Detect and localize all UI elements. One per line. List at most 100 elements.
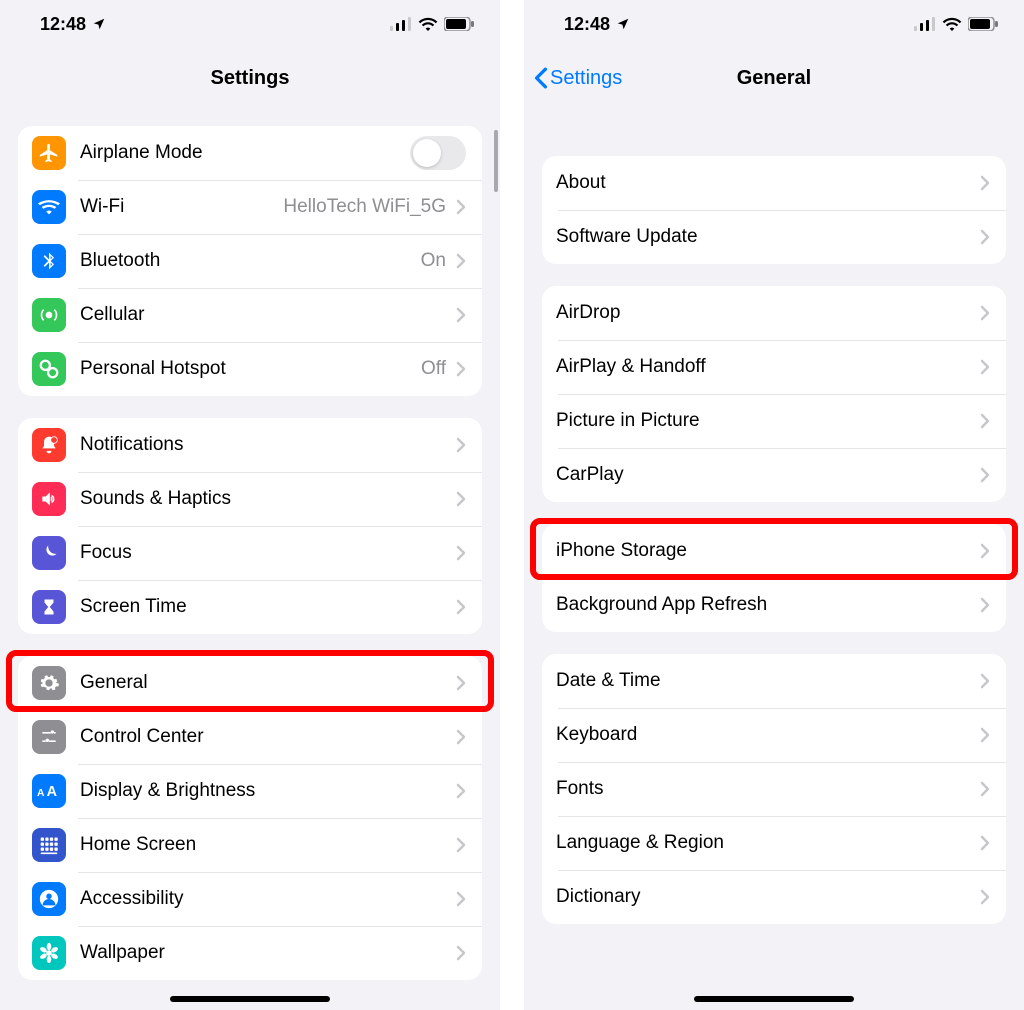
chevron-right-icon	[980, 543, 990, 559]
row-cellular[interactable]: Cellular	[18, 288, 482, 342]
row-language[interactable]: Language & Region	[542, 816, 1006, 870]
svg-text:A: A	[37, 788, 45, 799]
svg-text:A: A	[47, 784, 58, 800]
chevron-right-icon	[456, 253, 466, 269]
row-about[interactable]: About	[542, 156, 1006, 210]
chevron-right-icon	[456, 545, 466, 561]
row-label: Language & Region	[556, 832, 980, 854]
chevron-right-icon	[456, 599, 466, 615]
row-label: Focus	[80, 542, 456, 564]
cellular-signal-icon	[914, 17, 936, 31]
row-carplay[interactable]: CarPlay	[542, 448, 1006, 502]
status-bar: 12:48	[0, 0, 500, 48]
row-label: Accessibility	[80, 888, 456, 910]
row-refresh[interactable]: Background App Refresh	[542, 578, 1006, 632]
row-label: Software Update	[556, 226, 980, 248]
aa-icon: AA	[32, 774, 66, 808]
airplane-toggle[interactable]	[410, 136, 466, 170]
row-label: About	[556, 172, 980, 194]
row-storage[interactable]: iPhone Storage	[542, 524, 1006, 578]
row-label: Date & Time	[556, 670, 980, 692]
chevron-right-icon	[456, 675, 466, 691]
row-fonts[interactable]: Fonts	[542, 762, 1006, 816]
row-label: Notifications	[80, 434, 456, 456]
battery-icon	[968, 17, 998, 31]
wifi-icon	[32, 190, 66, 224]
chevron-right-icon	[980, 597, 990, 613]
row-label: AirDrop	[556, 302, 980, 324]
row-bluetooth[interactable]: BluetoothOn	[18, 234, 482, 288]
row-dict[interactable]: Dictionary	[542, 870, 1006, 924]
status-time: 12:48	[40, 14, 86, 35]
row-general[interactable]: General	[18, 656, 482, 710]
row-notifications[interactable]: Notifications	[18, 418, 482, 472]
row-datetime[interactable]: Date & Time	[542, 654, 1006, 708]
row-label: Airplane Mode	[80, 142, 410, 164]
row-airdrop[interactable]: AirDrop	[542, 286, 1006, 340]
row-pip[interactable]: Picture in Picture	[542, 394, 1006, 448]
row-focus[interactable]: Focus	[18, 526, 482, 580]
chevron-right-icon	[456, 891, 466, 907]
row-label: Picture in Picture	[556, 410, 980, 432]
row-wallpaper[interactable]: Wallpaper	[18, 926, 482, 980]
settings-group: Airplane Mode Wi-FiHelloTech WiFi_5GBluet…	[18, 126, 482, 396]
scroll-indicator[interactable]	[494, 130, 498, 192]
row-swupdate[interactable]: Software Update	[542, 210, 1006, 264]
chevron-right-icon	[456, 491, 466, 507]
row-keyboard[interactable]: Keyboard	[542, 708, 1006, 762]
back-button[interactable]: Settings	[534, 48, 622, 108]
row-control[interactable]: Control Center	[18, 710, 482, 764]
chevron-right-icon	[980, 413, 990, 429]
nav-bar: Settings General	[524, 48, 1024, 108]
bluetooth-icon	[32, 244, 66, 278]
row-label: iPhone Storage	[556, 540, 980, 562]
settings-screen: 12:48 Settings Airplane Mode Wi-FiHelloTe…	[0, 0, 500, 1010]
person-circle-icon	[32, 882, 66, 916]
chevron-right-icon	[456, 729, 466, 745]
chevron-right-icon	[456, 307, 466, 323]
row-hotspot[interactable]: Personal HotspotOff	[18, 342, 482, 396]
settings-group: Date & Time Keyboard Fonts Language & Regio…	[542, 654, 1006, 924]
chevron-right-icon	[980, 305, 990, 321]
row-label: Keyboard	[556, 724, 980, 746]
battery-icon	[444, 17, 474, 31]
row-label: AirPlay & Handoff	[556, 356, 980, 378]
settings-group: General Control Center AA Display & Brightn…	[18, 656, 482, 980]
row-label: Personal Hotspot	[80, 358, 421, 380]
status-bar: 12:48	[524, 0, 1024, 48]
row-label: Display & Brightness	[80, 780, 456, 802]
row-label: General	[80, 672, 456, 694]
row-value: On	[421, 250, 446, 272]
grid-icon	[32, 828, 66, 862]
row-label: Wi-Fi	[80, 196, 283, 218]
row-label: Background App Refresh	[556, 594, 980, 616]
row-label: Screen Time	[80, 596, 456, 618]
chevron-right-icon	[980, 359, 990, 375]
row-label: Cellular	[80, 304, 456, 326]
chevron-right-icon	[456, 199, 466, 215]
row-screentime[interactable]: Screen Time	[18, 580, 482, 634]
nav-bar: Settings	[0, 48, 500, 108]
row-wifi[interactable]: Wi-FiHelloTech WiFi_5G	[18, 180, 482, 234]
row-homescreen[interactable]: Home Screen	[18, 818, 482, 872]
speaker-icon	[32, 482, 66, 516]
moon-icon	[32, 536, 66, 570]
home-indicator[interactable]	[170, 996, 330, 1002]
row-display[interactable]: AA Display & Brightness	[18, 764, 482, 818]
gear-icon	[32, 666, 66, 700]
cellular-signal-icon	[390, 17, 412, 31]
cellular-icon	[32, 298, 66, 332]
row-airplane[interactable]: Airplane Mode	[18, 126, 482, 180]
page-title: General	[737, 67, 811, 90]
chevron-left-icon	[534, 67, 548, 89]
row-label: Sounds & Haptics	[80, 488, 456, 510]
home-indicator[interactable]	[694, 996, 854, 1002]
row-value: Off	[421, 358, 446, 380]
chevron-right-icon	[980, 727, 990, 743]
settings-group: iPhone Storage Background App Refresh	[542, 524, 1006, 632]
row-airplay[interactable]: AirPlay & Handoff	[542, 340, 1006, 394]
row-sounds[interactable]: Sounds & Haptics	[18, 472, 482, 526]
row-accessibility[interactable]: Accessibility	[18, 872, 482, 926]
page-title: Settings	[211, 67, 290, 90]
location-icon	[616, 17, 630, 31]
